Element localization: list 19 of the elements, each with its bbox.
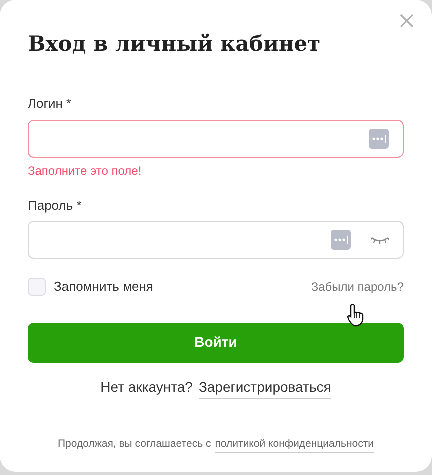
close-icon[interactable] — [398, 12, 416, 30]
login-field[interactable] — [28, 120, 404, 158]
password-manager-icon[interactable] — [331, 230, 351, 250]
pointer-cursor-icon — [346, 303, 366, 327]
field-label: Пароль * — [28, 196, 82, 215]
password-field[interactable] — [28, 221, 404, 259]
forgot-password-link[interactable]: Забыли пароль? — [311, 278, 404, 296]
password-manager-icon[interactable] — [369, 128, 389, 148]
checkbox[interactable] — [28, 278, 46, 296]
register-prompt: Нет аккаунта? — [100, 378, 193, 397]
checkbox-label: Запомнить меня — [54, 278, 154, 296]
error-message: Заполните это поле! — [28, 162, 142, 180]
login-button[interactable]: Войти — [28, 322, 404, 362]
dialog-title: Вход в личный кабинет — [28, 30, 321, 58]
register-link[interactable]: Зарегистрироваться — [198, 376, 332, 398]
consent-text: Продолжая, вы соглашаетесь с — [58, 436, 212, 452]
closed-eye-icon[interactable] — [371, 235, 389, 245]
field-label: Логин * — [28, 95, 72, 113]
privacy-policy-link[interactable]: политикой конфиденциальности — [215, 436, 374, 454]
